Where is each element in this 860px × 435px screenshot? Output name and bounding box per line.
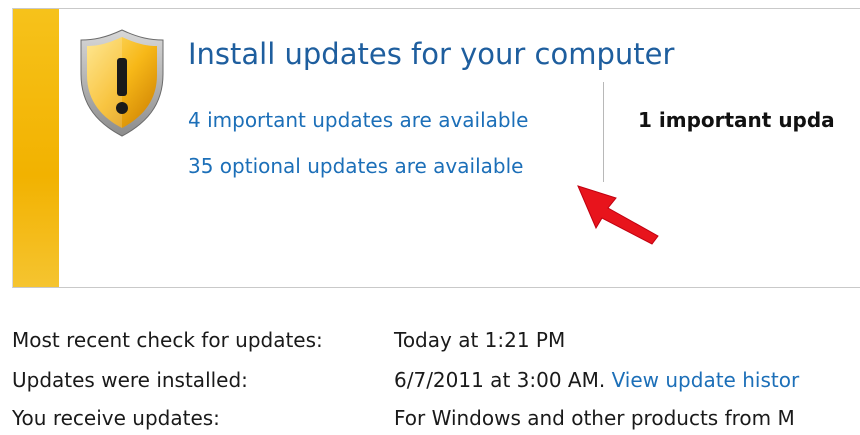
windows-update-page: Install updates for your computer 4 impo… [0, 0, 860, 435]
installed-label: Updates were installed: [12, 368, 248, 392]
recent-check-label: Most recent check for updates: [12, 328, 323, 352]
important-updates-link[interactable]: 4 important updates are available [188, 110, 528, 130]
optional-updates-link[interactable]: 35 optional updates are available [188, 156, 523, 176]
selected-updates-summary: 1 important upda [638, 108, 835, 132]
panel-divider [603, 82, 604, 182]
installed-value: 6/7/2011 at 3:00 AM. [394, 368, 606, 392]
recent-check-value: Today at 1:21 PM [394, 328, 566, 352]
receive-label: You receive updates: [12, 406, 220, 430]
red-arrow-icon [577, 185, 659, 245]
panel-title: Install updates for your computer [188, 37, 675, 71]
view-update-history-link[interactable]: View update histor [612, 368, 800, 392]
warning-shield-icon [80, 29, 164, 137]
receive-value: For Windows and other products from M [394, 406, 795, 430]
installed-value-group: 6/7/2011 at 3:00 AM. View update histor [394, 370, 799, 390]
warning-stripe [13, 9, 59, 287]
